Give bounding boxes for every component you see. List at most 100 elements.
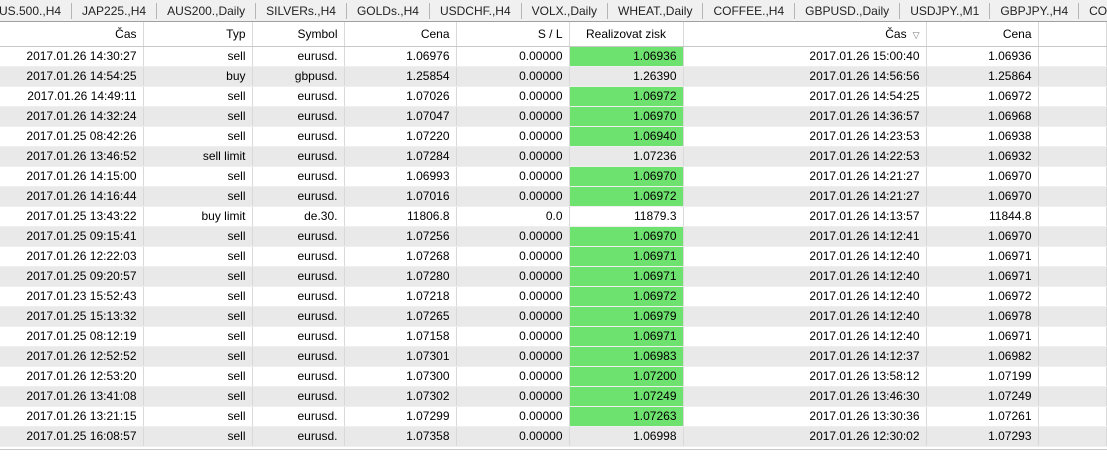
- chart-tab[interactable]: GBPUSD.,Daily: [795, 2, 901, 19]
- chart-tab[interactable]: CORN.,Daily: [1079, 3, 1107, 19]
- open-time-cell: 2017.01.23 15:52:43: [0, 286, 144, 307]
- column-header-take-profit[interactable]: Realizovat zisk: [569, 22, 684, 47]
- stop-loss-cell: 0.00000: [456, 226, 570, 247]
- symbol-cell: eurusd.: [252, 186, 345, 207]
- column-header-close-time-label: Čas: [885, 26, 907, 41]
- take-profit-cell: 1.06970: [569, 226, 684, 247]
- empty-cell: [1038, 326, 1107, 347]
- close-time-cell: 2017.01.26 14:13:57: [683, 206, 927, 227]
- column-header-open-time[interactable]: Čas: [0, 22, 144, 47]
- symbol-cell: eurusd.: [252, 386, 345, 407]
- stop-loss-cell: 0.00000: [456, 106, 570, 127]
- column-header-close-time[interactable]: Čas ▽: [683, 22, 927, 47]
- take-profit-cell: 1.07263: [569, 406, 684, 427]
- close-time-cell: 2017.01.26 14:21:27: [683, 186, 927, 207]
- chart-tab[interactable]: COFFEE.,H4: [703, 2, 796, 19]
- table-row[interactable]: 2017.01.26 13:41:08 sell eurusd. 1.07302 0.0…: [0, 386, 1107, 407]
- empty-cell: [1038, 66, 1107, 87]
- take-profit-cell: 1.06983: [569, 346, 684, 367]
- stop-loss-cell: 0.00000: [456, 366, 570, 387]
- price-cell: 1.07299: [344, 406, 457, 427]
- close-time-cell: 2017.01.26 14:12:40: [683, 266, 927, 287]
- open-time-cell: 2017.01.26 14:49:11: [0, 86, 144, 107]
- table-row[interactable]: 2017.01.26 14:16:44 sell eurusd. 1.07016 0.0…: [0, 186, 1107, 207]
- symbol-cell: eurusd.: [252, 46, 345, 67]
- close-time-cell: 2017.01.26 13:46:30: [683, 386, 927, 407]
- table-row[interactable]: 2017.01.25 09:15:41 sell eurusd. 1.07256 0.0…: [0, 226, 1107, 247]
- take-profit-cell: 1.06971: [569, 326, 684, 347]
- take-profit-cell: 1.06971: [569, 246, 684, 267]
- chart-tab[interactable]: USDCHF.,H4: [430, 2, 522, 19]
- empty-cell: [1038, 246, 1107, 267]
- close-price-cell: 1.06971: [926, 326, 1039, 347]
- table-row[interactable]: 2017.01.26 14:15:00 sell eurusd. 1.06993 0.0…: [0, 166, 1107, 187]
- empty-cell: [1038, 306, 1107, 327]
- open-time-cell: 2017.01.26 14:16:44: [0, 186, 144, 207]
- chart-tab[interactable]: AUS200.,Daily: [157, 2, 257, 19]
- chart-tab[interactable]: GOLDs.,H4: [347, 2, 430, 19]
- chart-tab[interactable]: JAP225.,H4: [72, 2, 158, 19]
- type-cell: buy limit: [143, 206, 253, 227]
- open-time-cell: 2017.01.26 14:54:25: [0, 66, 144, 87]
- column-header-price[interactable]: Cena: [344, 22, 457, 47]
- table-row[interactable]: 2017.01.26 14:30:27 sell eurusd. 1.06976 0.0…: [0, 46, 1107, 67]
- open-time-cell: 2017.01.26 13:21:15: [0, 406, 144, 427]
- table-row[interactable]: 2017.01.25 08:12:19 sell eurusd. 1.07158 0.0…: [0, 326, 1107, 347]
- column-header-stop-loss[interactable]: S / L: [456, 22, 570, 47]
- table-row[interactable]: 2017.01.26 13:46:52 sell limit eurusd. 1.07…: [0, 146, 1107, 167]
- stop-loss-cell: 0.00000: [456, 86, 570, 107]
- table-row[interactable]: 2017.01.25 09:20:57 sell eurusd. 1.07280 0.0…: [0, 266, 1107, 287]
- table-row[interactable]: 2017.01.26 12:22:03 sell eurusd. 1.07268 0.0…: [0, 246, 1107, 267]
- table-row[interactable]: 2017.01.25 16:08:57 sell eurusd. 1.07358 0.0…: [0, 426, 1107, 447]
- chart-tab[interactable]: WHEAT.,Daily: [608, 2, 704, 19]
- table-row[interactable]: 2017.01.25 13:43:22 buy limit de.30. 11806.…: [0, 206, 1107, 227]
- close-price-cell: 1.07199: [926, 366, 1039, 387]
- close-price-cell: 1.07293: [926, 426, 1039, 447]
- column-header-type[interactable]: Typ: [143, 22, 253, 47]
- price-cell: 1.07016: [344, 186, 457, 207]
- table-row[interactable]: 2017.01.23 15:52:43 sell eurusd. 1.07218 0.0…: [0, 286, 1107, 307]
- close-price-cell: 1.07261: [926, 406, 1039, 427]
- empty-cell: [1038, 386, 1107, 407]
- symbol-cell: eurusd.: [252, 406, 345, 427]
- chart-tab[interactable]: SILVERs.,H4: [256, 2, 347, 19]
- column-header-symbol[interactable]: Symbol: [252, 22, 345, 47]
- take-profit-cell: 1.06972: [569, 86, 684, 107]
- type-cell: sell: [143, 126, 253, 147]
- column-header-close-price[interactable]: Cena: [926, 22, 1039, 47]
- type-cell: sell: [143, 186, 253, 207]
- take-profit-cell: 1.06998: [569, 426, 684, 447]
- table-row[interactable]: 2017.01.26 14:49:11 sell eurusd. 1.07026 0.0…: [0, 86, 1107, 107]
- table-row[interactable]: 2017.01.25 15:13:32 sell eurusd. 1.07265 0.0…: [0, 306, 1107, 327]
- symbol-cell: eurusd.: [252, 426, 345, 447]
- chart-tab[interactable]: US.500.,H4: [0, 2, 73, 19]
- stop-loss-cell: 0.00000: [456, 266, 570, 287]
- table-row[interactable]: 2017.01.26 14:32:24 sell eurusd. 1.07047 0.0…: [0, 106, 1107, 127]
- close-time-cell: 2017.01.26 13:58:12: [683, 366, 927, 387]
- take-profit-cell: 1.06972: [569, 286, 684, 307]
- close-time-cell: 2017.01.26 13:30:36: [683, 406, 927, 427]
- price-cell: 1.07218: [344, 286, 457, 307]
- stop-loss-cell: 0.00000: [456, 126, 570, 147]
- chart-tab[interactable]: USDJPY.,M1: [900, 2, 991, 19]
- stop-loss-cell: 0.00000: [456, 66, 570, 87]
- close-time-cell: 2017.01.26 14:12:37: [683, 346, 927, 367]
- close-time-cell: 2017.01.26 14:36:57: [683, 106, 927, 127]
- close-time-cell: 2017.01.26 14:56:56: [683, 66, 927, 87]
- empty-cell: [1038, 126, 1107, 147]
- table-row[interactable]: 2017.01.26 12:53:20 sell eurusd. 1.07300 0.0…: [0, 366, 1107, 387]
- close-price-cell: 1.07249: [926, 386, 1039, 407]
- close-price-cell: 1.06968: [926, 106, 1039, 127]
- chart-tab[interactable]: VOLX.,Daily: [522, 2, 609, 19]
- symbol-cell: eurusd.: [252, 106, 345, 127]
- symbol-cell: eurusd.: [252, 166, 345, 187]
- sort-down-icon: ▽: [912, 29, 920, 40]
- take-profit-cell: 1.06972: [569, 186, 684, 207]
- table-row[interactable]: 2017.01.26 14:54:25 buy gbpusd. 1.25854 0.00…: [0, 66, 1107, 87]
- table-row[interactable]: 2017.01.26 12:52:52 sell eurusd. 1.07301 0.0…: [0, 346, 1107, 367]
- table-row[interactable]: 2017.01.26 13:21:15 sell eurusd. 1.07299 0.0…: [0, 406, 1107, 427]
- chart-tab[interactable]: GBPJPY.,H4: [990, 2, 1080, 19]
- symbol-cell: de.30.: [252, 206, 345, 227]
- table-row[interactable]: 2017.01.25 08:42:26 sell eurusd. 1.07220 0.0…: [0, 126, 1107, 147]
- open-time-cell: 2017.01.25 15:13:32: [0, 306, 144, 327]
